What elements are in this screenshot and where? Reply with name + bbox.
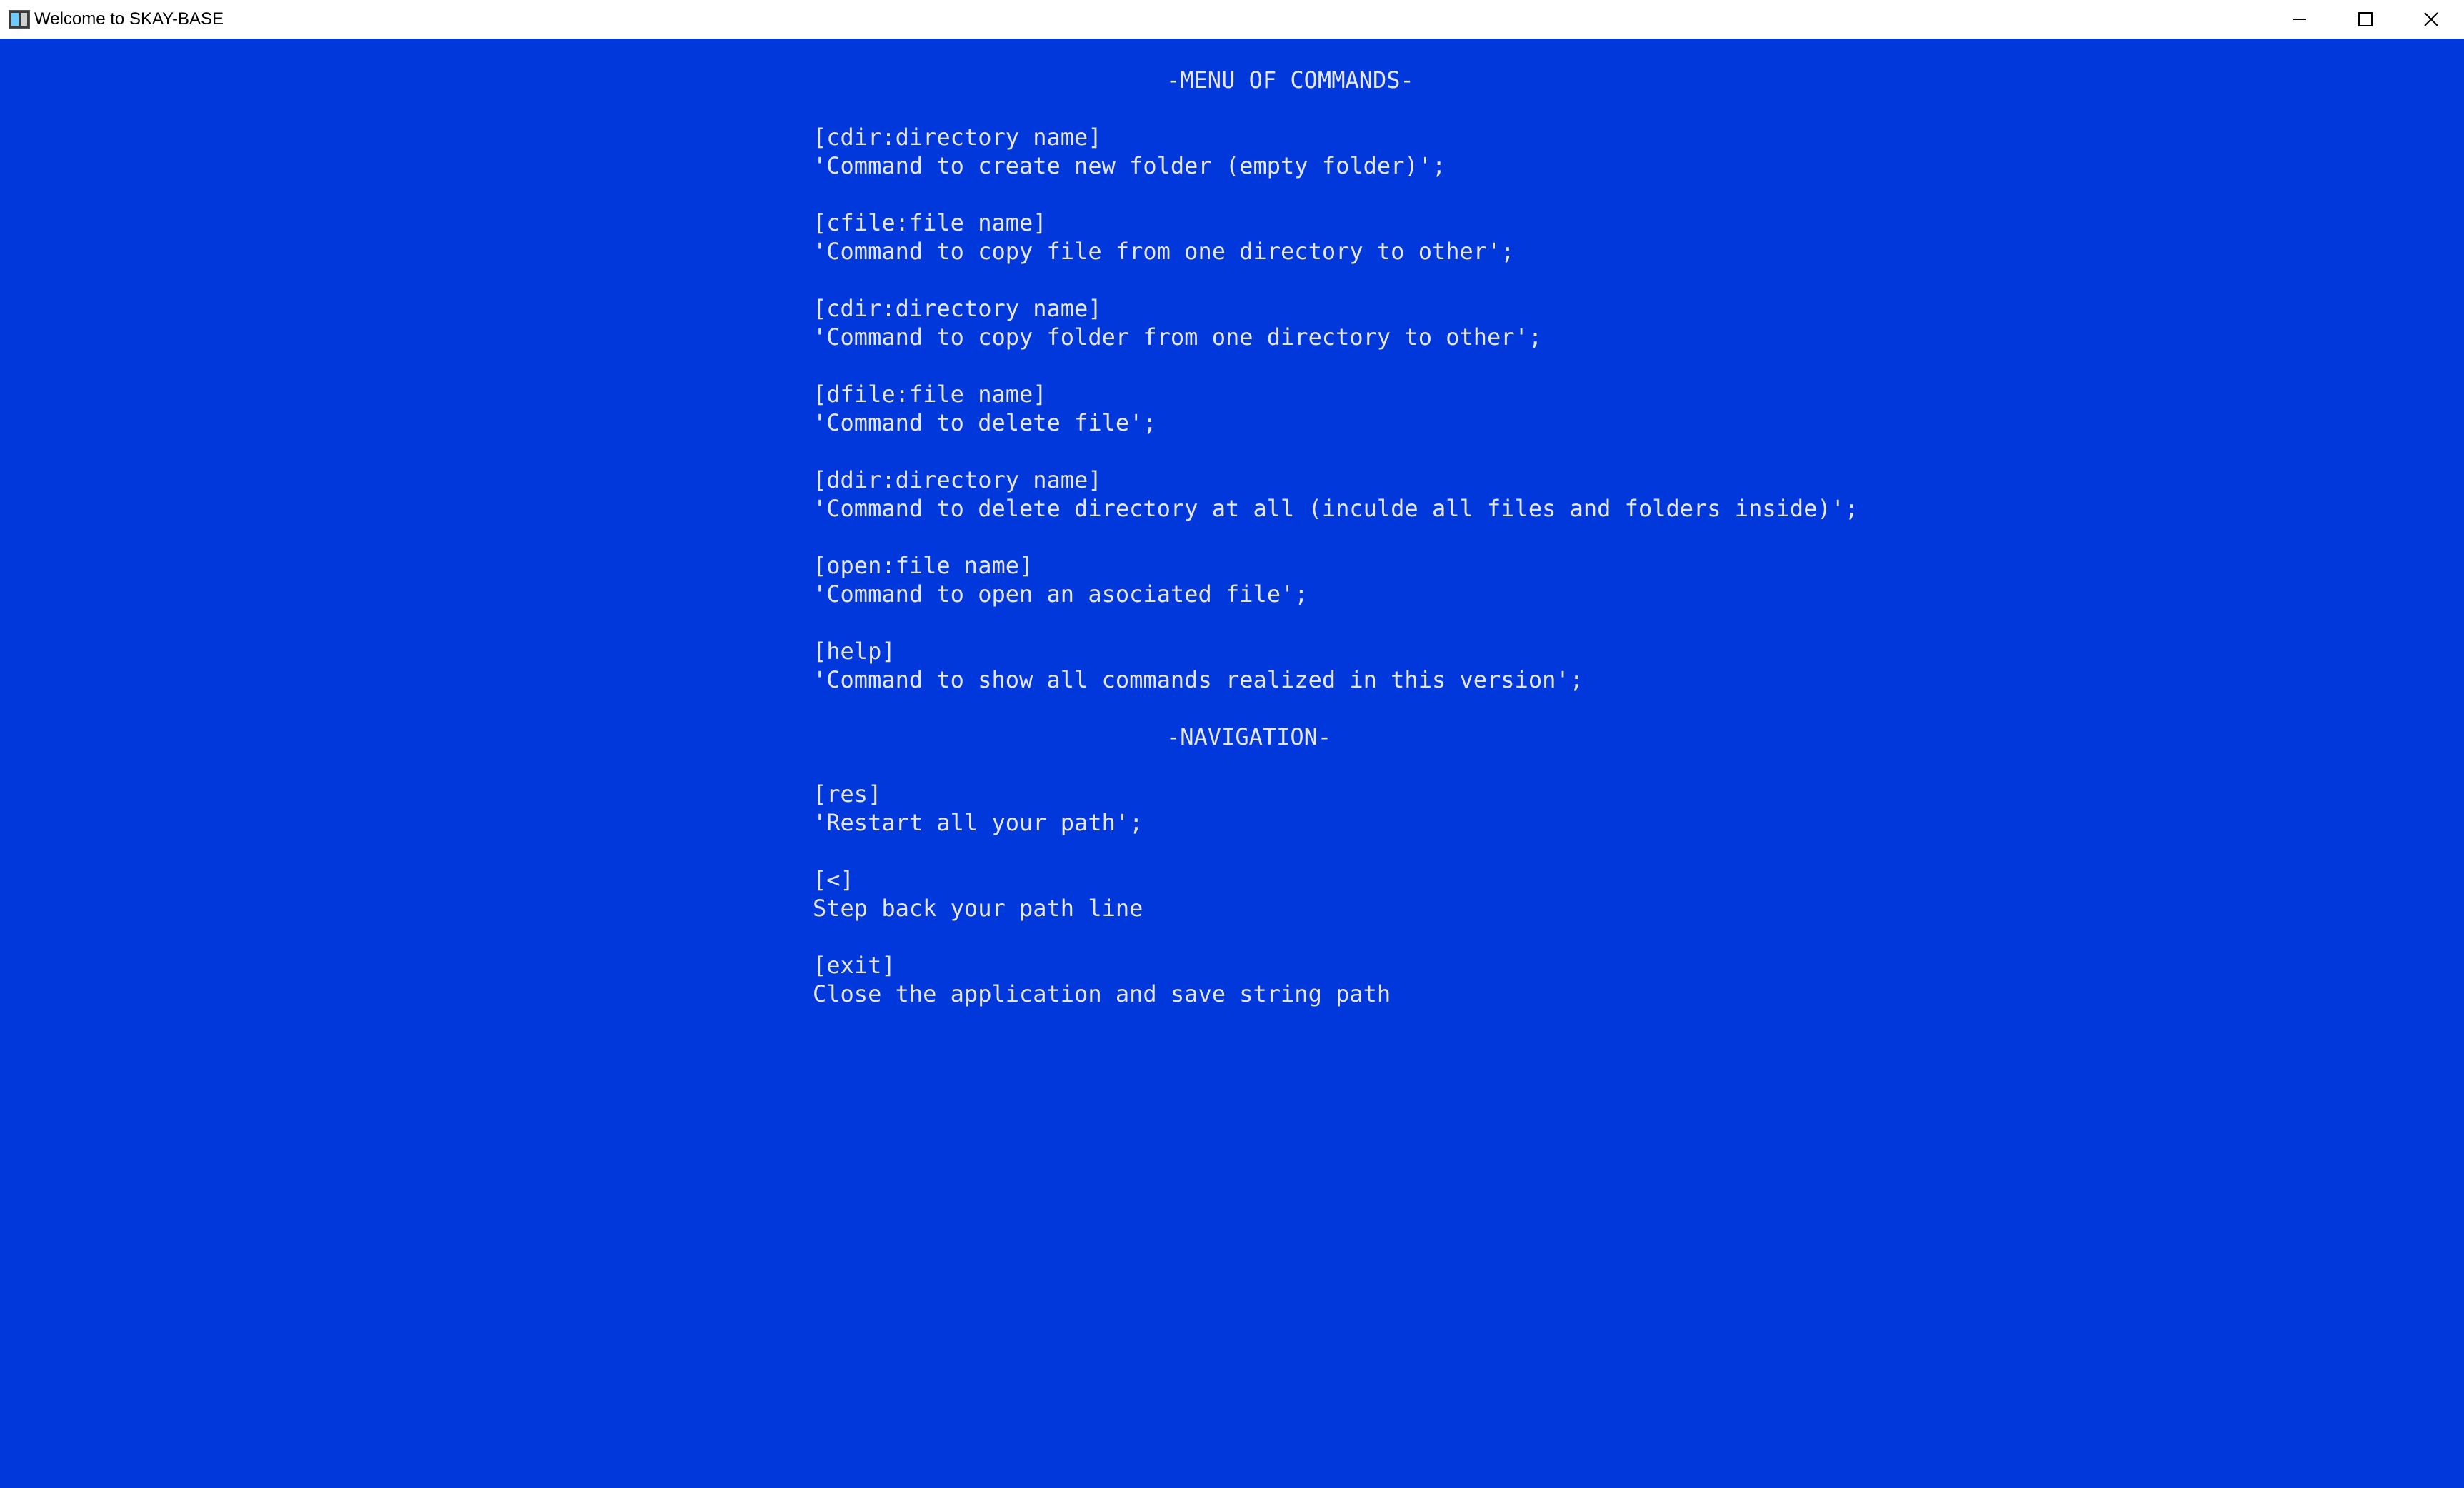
- command-syntax: [cfile:file name]: [813, 209, 1047, 236]
- command-description: 'Command to copy folder from one directo…: [813, 323, 1543, 351]
- close-icon: [2424, 12, 2438, 26]
- navigation-description: Close the application and save string pa…: [813, 980, 1391, 1007]
- maximize-icon: [2358, 12, 2373, 26]
- navigation-syntax: [res]: [813, 780, 882, 808]
- window-title: Welcome to SKAY-BASE: [34, 9, 224, 29]
- command-syntax: [dfile:file name]: [813, 381, 1047, 408]
- close-button[interactable]: [2398, 0, 2464, 39]
- command-syntax: [ddir:directory name]: [813, 466, 1102, 493]
- navigation-syntax: [exit]: [813, 952, 896, 979]
- command-description: 'Command to open an asociated file';: [813, 580, 1308, 608]
- command-description: 'Command to delete file';: [813, 409, 1157, 436]
- navigation-header: -NAVIGATION-: [1166, 723, 1332, 750]
- command-syntax: [cdir:directory name]: [813, 124, 1102, 151]
- command-description: 'Command to show all commands realized i…: [813, 666, 1583, 693]
- command-description: 'Command to delete directory at all (inc…: [813, 495, 1859, 522]
- command-syntax: [help]: [813, 638, 896, 665]
- command-description: 'Command to create new folder (empty fol…: [813, 152, 1446, 179]
- menu-header: -MENU OF COMMANDS-: [1166, 66, 1414, 94]
- maximize-button[interactable]: [2333, 0, 2398, 39]
- console-app-icon[interactable]: [9, 10, 30, 29]
- command-description: 'Command to copy file from one directory…: [813, 238, 1515, 265]
- console-area[interactable]: -MENU OF COMMANDS- [cdir:directory name]…: [0, 39, 2464, 1488]
- window-titlebar[interactable]: Welcome to SKAY-BASE: [0, 0, 2464, 39]
- minimize-button[interactable]: [2267, 0, 2333, 39]
- navigation-syntax: [<]: [813, 866, 854, 893]
- minimize-icon: [2293, 19, 2306, 20]
- window-controls: [2267, 0, 2464, 39]
- command-syntax: [cdir:directory name]: [813, 295, 1102, 322]
- navigation-description: Step back your path line: [813, 895, 1143, 922]
- command-syntax: [open:file name]: [813, 552, 1033, 579]
- navigation-description: 'Restart all your path';: [813, 809, 1143, 836]
